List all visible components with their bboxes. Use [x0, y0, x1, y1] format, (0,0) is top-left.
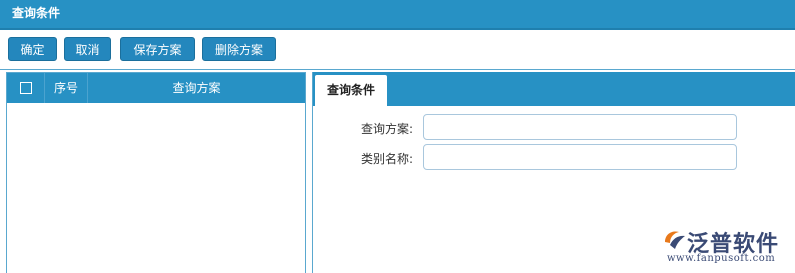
logo-mark-icon [665, 231, 685, 249]
toolbar: 确定 取消 保存方案 删除方案 [0, 30, 795, 70]
fanpusoft-logo: 泛普软件 www.fanpusoft.com [662, 226, 792, 268]
tab-query-conditions[interactable]: 查询条件 [315, 75, 387, 106]
category-field-label: 类别名称: [360, 152, 413, 166]
delete-scheme-button[interactable]: 删除方案 [202, 37, 276, 61]
window-title: 查询条件 [0, 0, 795, 30]
scheme-list-panel: 序号 查询方案 [6, 72, 306, 273]
scheme-field-label: 查询方案: [360, 122, 413, 136]
select-all-checkbox[interactable] [20, 82, 32, 94]
scheme-input[interactable] [423, 114, 737, 140]
select-all-cell [7, 73, 45, 103]
logo-url-text: www.fanpusoft.com [667, 253, 776, 264]
category-input[interactable] [423, 144, 737, 170]
save-scheme-button[interactable]: 保存方案 [120, 37, 195, 61]
grid-header: 序号 查询方案 [7, 73, 305, 103]
tab-bar: 查询条件 [313, 72, 795, 106]
confirm-button[interactable]: 确定 [8, 37, 57, 61]
column-header-scheme[interactable]: 查询方案 [88, 73, 305, 103]
cancel-button[interactable]: 取消 [64, 37, 111, 61]
column-header-seq[interactable]: 序号 [45, 73, 88, 103]
